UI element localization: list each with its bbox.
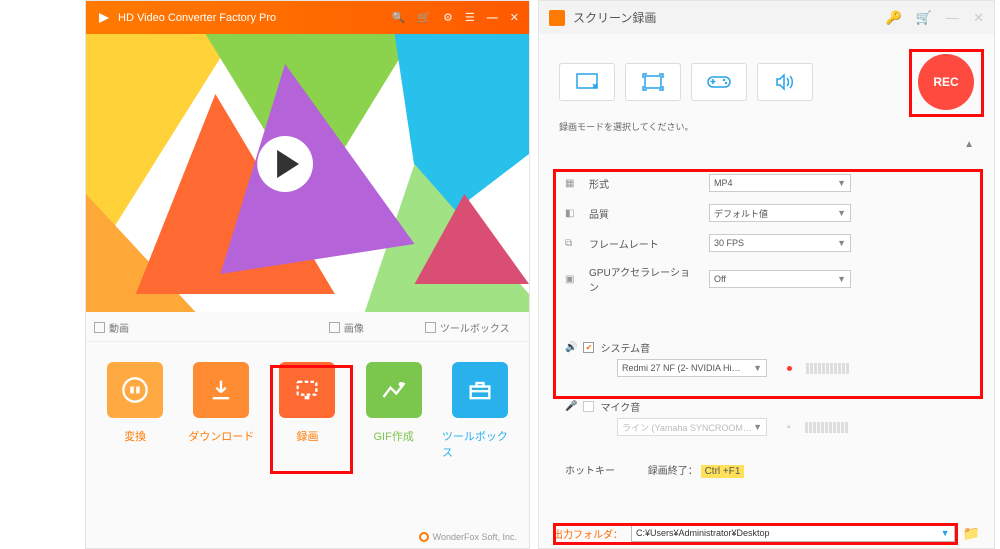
- btn-convert[interactable]: 変換: [97, 362, 173, 460]
- app-icon: [549, 10, 565, 26]
- cart-icon[interactable]: 🛒: [916, 10, 932, 26]
- level-dot: [787, 366, 792, 371]
- minimize-icon[interactable]: —: [487, 12, 498, 24]
- mode-window[interactable]: [559, 63, 615, 101]
- app-title: HD Video Converter Factory Pro: [118, 12, 276, 24]
- sys-audio-checkbox[interactable]: ✔: [583, 342, 594, 353]
- cart-icon[interactable]: 🛒: [417, 11, 431, 24]
- fps-label: フレームレート: [589, 236, 699, 251]
- hotkey-value: Ctrl +F1: [701, 465, 745, 478]
- fps-icon: ⧉: [565, 238, 579, 249]
- gpu-label: GPUアクセラレーション: [589, 264, 699, 294]
- sep: ▪: [787, 422, 791, 433]
- hero-art: [86, 34, 529, 312]
- mic-label: マイク音: [600, 399, 640, 414]
- sys-audio-device[interactable]: Redmi 27 NF (2- NVIDIA Hi…▼: [617, 359, 767, 377]
- gpu-select[interactable]: Off▼: [709, 270, 851, 288]
- mode-game[interactable]: [691, 63, 747, 101]
- menu-icon[interactable]: ☰: [465, 11, 475, 24]
- quality-icon: ◧: [565, 208, 579, 219]
- close-icon[interactable]: ✕: [510, 11, 519, 24]
- minimize-icon[interactable]: —: [946, 10, 959, 26]
- mic-device[interactable]: ライン (Yamaha SYNCROOM…▼: [617, 418, 767, 436]
- mode-hint: 録画モードを選択してください。: [539, 118, 994, 137]
- search-icon[interactable]: 🔍: [392, 11, 406, 24]
- mode-audio[interactable]: [757, 63, 813, 101]
- sys-audio-label: システム音: [600, 340, 650, 355]
- btn-tools[interactable]: ツールボックス: [442, 362, 518, 460]
- speaker-icon: 🔊: [565, 342, 577, 353]
- format-icon: ▦: [565, 178, 579, 189]
- titlebar: スクリーン録画 🔑 🛒 — ✕: [539, 1, 994, 34]
- hotkey-stop-label: 録画終了：: [648, 466, 698, 477]
- tab-toolbox[interactable]: ツールボックス: [425, 320, 521, 335]
- rec-button[interactable]: REC: [918, 54, 974, 110]
- close-icon[interactable]: ✕: [973, 10, 984, 26]
- titlebar: HD Video Converter Factory Pro 🔍 🛒 ⚙ ☰ —…: [86, 1, 529, 34]
- format-select[interactable]: MP4▼: [709, 174, 851, 192]
- tab-video[interactable]: 動画: [94, 320, 329, 335]
- out-label: 出力フォルダ：: [553, 526, 623, 541]
- fps-select[interactable]: 30 FPS▼: [709, 234, 851, 252]
- quality-select[interactable]: デフォルト値▼: [709, 204, 851, 222]
- gear-icon[interactable]: ⚙: [443, 11, 453, 24]
- format-label: 形式: [589, 176, 699, 191]
- collapse-toggle[interactable]: ▲: [539, 137, 994, 150]
- mic-checkbox[interactable]: [583, 401, 594, 412]
- btn-record[interactable]: 録画: [269, 362, 345, 460]
- footer: WonderFox Soft, Inc.: [419, 532, 517, 542]
- out-path[interactable]: C:¥Users¥Administrator¥Desktop▼: [631, 524, 955, 542]
- browse-icon[interactable]: 📁: [963, 525, 980, 542]
- hotkey-label: ホットキー: [565, 466, 615, 477]
- gpu-icon: ▣: [565, 274, 579, 285]
- quality-label: 品質: [589, 206, 699, 221]
- btn-download[interactable]: ダウンロード: [183, 362, 259, 460]
- mode-fullscreen[interactable]: [625, 63, 681, 101]
- tab-image[interactable]: 画像: [329, 320, 425, 335]
- key-icon[interactable]: 🔑: [886, 10, 902, 26]
- mic-level: [805, 422, 848, 433]
- mic-icon: 🎤: [565, 401, 577, 412]
- window-title: スクリーン録画: [573, 9, 656, 26]
- sys-level: [806, 363, 849, 374]
- btn-gif[interactable]: GIF作成: [356, 362, 432, 460]
